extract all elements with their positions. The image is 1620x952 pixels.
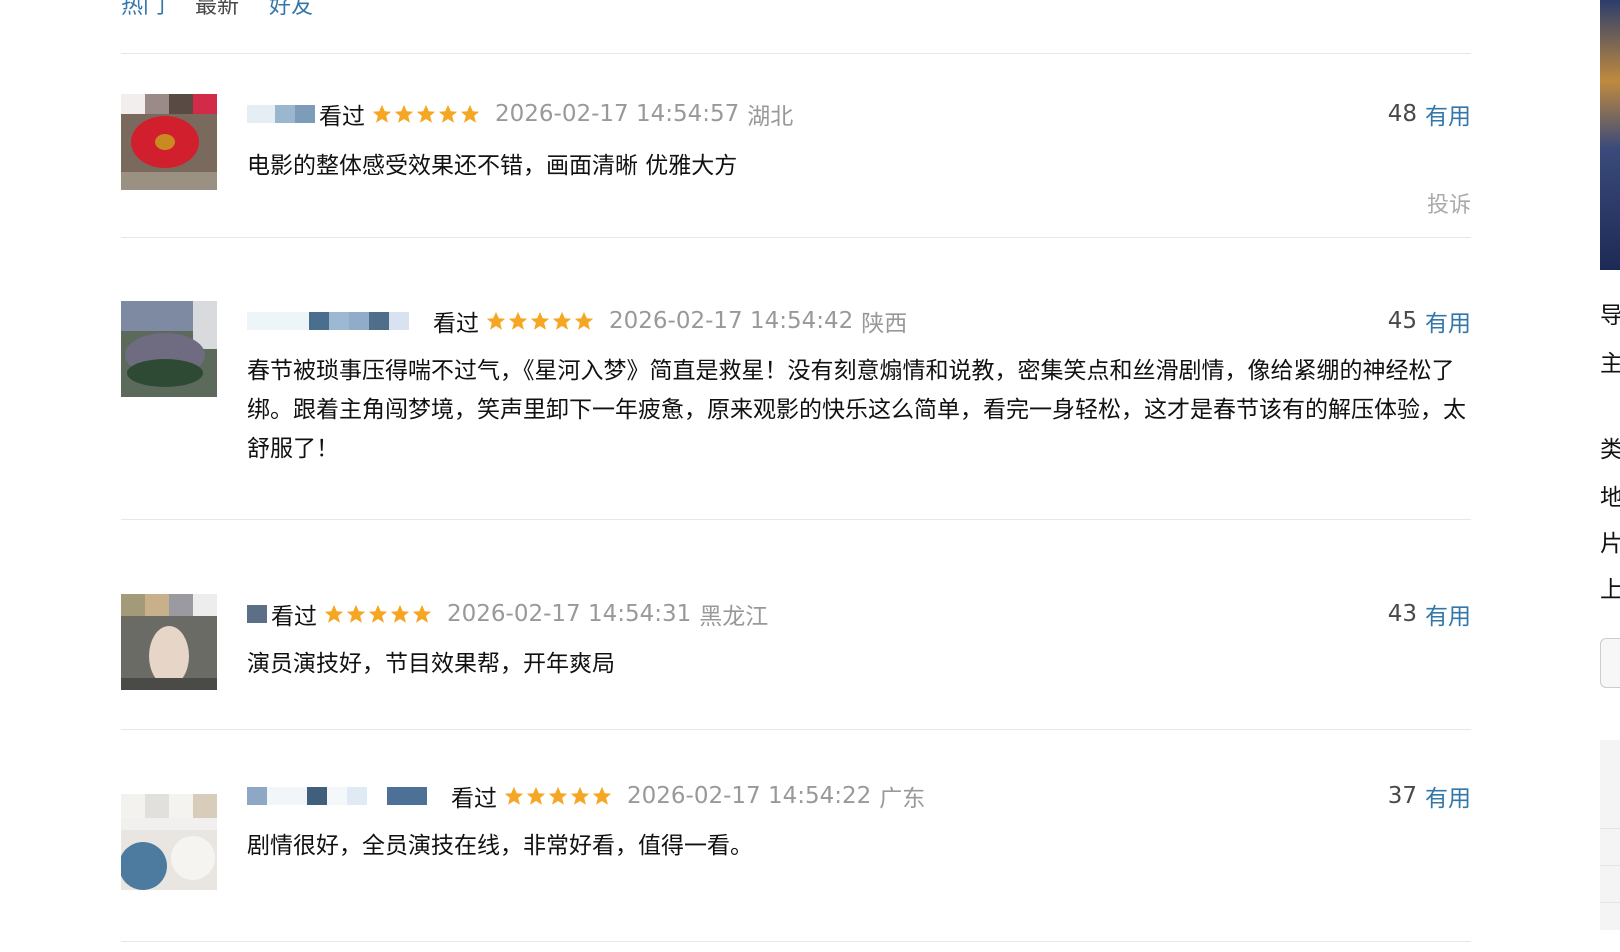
username[interactable] bbox=[247, 604, 267, 624]
star-icon bbox=[504, 786, 524, 805]
comment-item: 看过 2026-02-17 14:54:57 湖北 48 有用 电影的整体感受效… bbox=[121, 54, 1471, 238]
star-icon bbox=[548, 786, 568, 805]
sidebar-button[interactable] bbox=[1600, 638, 1620, 688]
comment-region: 广东 bbox=[879, 786, 926, 812]
comment-time: 2026-02-17 14:54:31 bbox=[447, 601, 692, 627]
star-icon bbox=[412, 604, 432, 623]
star-icon bbox=[570, 786, 590, 805]
star-icon bbox=[530, 311, 550, 330]
star-icon bbox=[526, 786, 546, 805]
comment-content: 春节被琐事压得喘不过气，《星河入梦》简直是救星！没有刻意煽情和说教，密集笑点和丝… bbox=[247, 358, 1466, 462]
watched-status: 看过 bbox=[271, 604, 317, 630]
movie-poster[interactable] bbox=[1600, 0, 1620, 270]
sidebar-panel bbox=[1600, 740, 1620, 930]
vote-area: 45 有用 bbox=[1387, 304, 1471, 338]
comment-content: 电影的整体感受效果还不错，画面清晰 优雅大方 bbox=[247, 153, 738, 179]
star-icon bbox=[346, 604, 366, 623]
comment-content: 剧情很好，全员演技在线，非常好看，值得一看。 bbox=[247, 833, 753, 859]
vote-area: 37 有用 bbox=[1387, 779, 1471, 813]
sidebar-label-length: 片 bbox=[1600, 531, 1620, 557]
comment-tabs: 热门 最新 好友 bbox=[121, 0, 343, 20]
vote-area: 43 有用 bbox=[1387, 597, 1471, 631]
comment-meta: 看过 2026-02-17 14:54:57 湖北 bbox=[247, 99, 794, 130]
watched-status: 看过 bbox=[433, 311, 479, 337]
sidebar-label-cast: 主 bbox=[1600, 351, 1620, 377]
comment-item: 看过 2026-02-17 14:54:31 黑龙江 43 有用 演员演技好，节… bbox=[121, 520, 1471, 730]
vote-count: 48 bbox=[1387, 101, 1417, 127]
star-icon bbox=[574, 311, 594, 330]
watched-status: 看过 bbox=[451, 786, 497, 812]
star-icon bbox=[592, 786, 612, 805]
username[interactable] bbox=[247, 104, 315, 124]
sidebar-label-release: 上 bbox=[1600, 577, 1620, 603]
sidebar-label-region: 地 bbox=[1600, 485, 1620, 511]
star-icon bbox=[324, 604, 344, 623]
avatar[interactable] bbox=[121, 794, 217, 890]
rating-stars bbox=[371, 103, 481, 125]
comment-region: 黑龙江 bbox=[699, 604, 769, 630]
avatar[interactable] bbox=[121, 94, 217, 190]
star-icon bbox=[552, 311, 572, 330]
star-icon bbox=[508, 311, 528, 330]
star-icon bbox=[486, 311, 506, 330]
avatar[interactable] bbox=[121, 594, 217, 690]
sidebar-label-genre: 类 bbox=[1600, 437, 1620, 463]
useful-button[interactable]: 有用 bbox=[1425, 597, 1471, 631]
rating-stars bbox=[485, 310, 595, 332]
vote-area: 48 有用 bbox=[1387, 97, 1471, 131]
comment-region: 陕西 bbox=[861, 311, 908, 337]
star-icon bbox=[372, 104, 392, 123]
vote-count: 37 bbox=[1387, 783, 1417, 809]
comment-divider bbox=[121, 941, 1471, 942]
comment-item: 看过 2026-02-17 14:54:42 陕西 45 有用 春节被琐事压得喘… bbox=[121, 238, 1471, 520]
tab-friends[interactable]: 好友 bbox=[269, 0, 313, 20]
star-icon bbox=[394, 104, 414, 123]
vote-count: 45 bbox=[1387, 308, 1417, 334]
comment-meta: 看过 2026-02-17 14:54:42 陕西 bbox=[247, 306, 908, 337]
comment-time: 2026-02-17 14:54:22 bbox=[627, 783, 872, 809]
report-button[interactable]: 投诉 bbox=[1427, 187, 1471, 219]
comment-time: 2026-02-17 14:54:57 bbox=[495, 101, 740, 127]
comment-meta: 看过 2026-02-17 14:54:22 广东 bbox=[247, 781, 926, 812]
star-icon bbox=[390, 604, 410, 623]
star-icon bbox=[460, 104, 480, 123]
useful-button[interactable]: 有用 bbox=[1425, 779, 1471, 813]
useful-button[interactable]: 有用 bbox=[1425, 304, 1471, 338]
username[interactable] bbox=[247, 311, 429, 331]
comment-region: 湖北 bbox=[747, 104, 794, 130]
comment-content: 演员演技好，节目效果帮，开年爽局 bbox=[247, 651, 615, 677]
star-icon bbox=[368, 604, 388, 623]
sidebar-label-director: 导 bbox=[1600, 303, 1620, 329]
rating-stars bbox=[503, 785, 613, 807]
comment-item: 看过 2026-02-17 14:54:22 广东 37 有用 剧情很好，全员演… bbox=[121, 730, 1471, 942]
comment-meta: 看过 2026-02-17 14:54:31 黑龙江 bbox=[247, 599, 769, 630]
useful-button[interactable]: 有用 bbox=[1425, 97, 1471, 131]
star-icon bbox=[438, 104, 458, 123]
avatar[interactable] bbox=[121, 301, 217, 397]
star-icon bbox=[416, 104, 436, 123]
comment-time: 2026-02-17 14:54:42 bbox=[609, 308, 854, 334]
tab-latest[interactable]: 最新 bbox=[195, 0, 239, 20]
username[interactable] bbox=[247, 786, 447, 806]
watched-status: 看过 bbox=[319, 104, 365, 130]
rating-stars bbox=[323, 603, 433, 625]
vote-count: 43 bbox=[1387, 601, 1417, 627]
tab-hot[interactable]: 热门 bbox=[121, 0, 165, 20]
